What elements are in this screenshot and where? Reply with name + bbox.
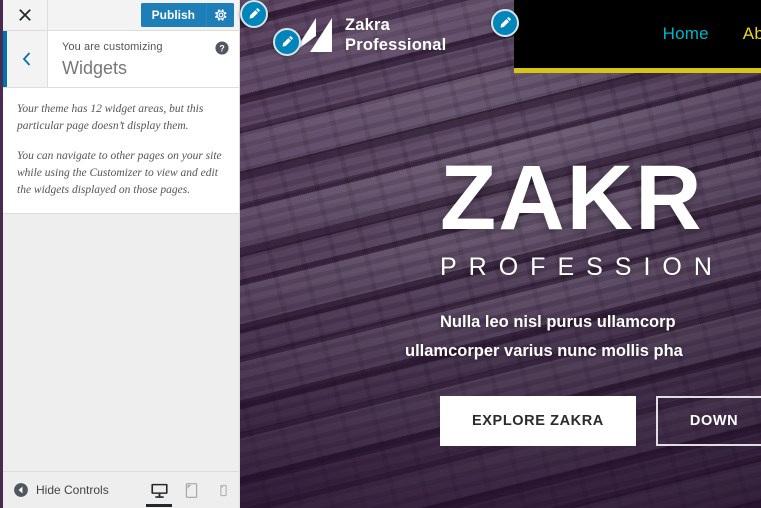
hero-button-group: EXPLORE ZAKRA DOWN	[440, 396, 761, 446]
gear-icon	[214, 9, 226, 21]
hero-section: ZAKR PROFESSION Nulla leo nisl purus ull…	[240, 150, 761, 446]
customizer-topbar: Publish	[3, 0, 239, 31]
device-preview-buttons	[143, 472, 239, 508]
nav-underline-accent	[514, 68, 761, 73]
svg-text:?: ?	[219, 44, 224, 54]
panel-empty-area	[3, 214, 239, 471]
pencil-icon	[282, 36, 293, 47]
panel-header-text: You are customizing Widgets ?	[48, 31, 239, 87]
pencil-icon	[249, 8, 260, 19]
download-button[interactable]: DOWN	[655, 396, 761, 446]
hide-controls-button[interactable]: Hide Controls	[13, 482, 109, 498]
page-title: Widgets	[62, 58, 128, 78]
hide-controls-label: Hide Controls	[36, 483, 109, 497]
desktop-icon	[150, 483, 168, 498]
panel-description: Your theme has 12 widget areas, but this…	[3, 88, 239, 214]
panel-eyebrow: You are customizing	[62, 41, 163, 53]
site-title-line1: Zakra	[345, 16, 391, 34]
edit-shortcut-nav[interactable]	[491, 9, 519, 37]
hero-title: ZAKR	[440, 147, 704, 249]
hero-description-line2: ullamcorper varius nunc mollis pha	[405, 342, 683, 360]
collapse-left-icon	[14, 483, 28, 497]
device-button-mobile[interactable]	[207, 472, 239, 508]
publish-group: Publish	[140, 3, 234, 27]
edit-shortcut-outer[interactable]	[240, 0, 268, 28]
hero-description-line1: Nulla leo nisl purus ullamcorp	[440, 313, 676, 331]
site-title: Zakra Professional	[345, 15, 446, 55]
close-icon	[19, 9, 31, 21]
site-title-line2: Professional	[345, 36, 447, 54]
edit-shortcut-logo[interactable]	[273, 28, 301, 56]
panel-header: You are customizing Widgets ?	[3, 31, 239, 88]
panel-help-button[interactable]: ?	[214, 40, 230, 56]
hero-description: Nulla leo nisl purus ullamcorp ullamcorp…	[405, 308, 761, 366]
site-preview-frame[interactable]: Home Ab Zakra Professional	[240, 0, 761, 508]
close-customizer-button[interactable]	[3, 0, 48, 30]
device-button-tablet[interactable]	[175, 472, 207, 508]
panel-back-button[interactable]	[3, 31, 48, 87]
hero-subtitle: PROFESSION	[440, 253, 724, 281]
tablet-icon	[185, 482, 197, 498]
panel-description-paragraph-1: Your theme has 12 widget areas, but this…	[17, 103, 204, 132]
chevron-left-icon	[22, 52, 31, 66]
panel-description-paragraph-2: You can navigate to other pages on your …	[17, 150, 222, 196]
customizer-bottombar: Hide Controls	[3, 471, 239, 508]
device-button-desktop[interactable]	[143, 472, 175, 508]
publish-button[interactable]: Publish	[140, 3, 206, 27]
mobile-icon	[219, 484, 227, 496]
explore-zakra-button[interactable]: EXPLORE ZAKRA	[440, 396, 636, 446]
customizer-app: Home Ab Zakra Professional	[0, 0, 761, 508]
pencil-icon	[500, 17, 511, 28]
publish-settings-button[interactable]	[206, 3, 234, 27]
customizer-sidebar: Publish You are customizing Widgets ? Yo…	[3, 0, 240, 508]
help-icon: ?	[215, 41, 229, 55]
site-branding[interactable]: Zakra Professional	[292, 14, 446, 56]
